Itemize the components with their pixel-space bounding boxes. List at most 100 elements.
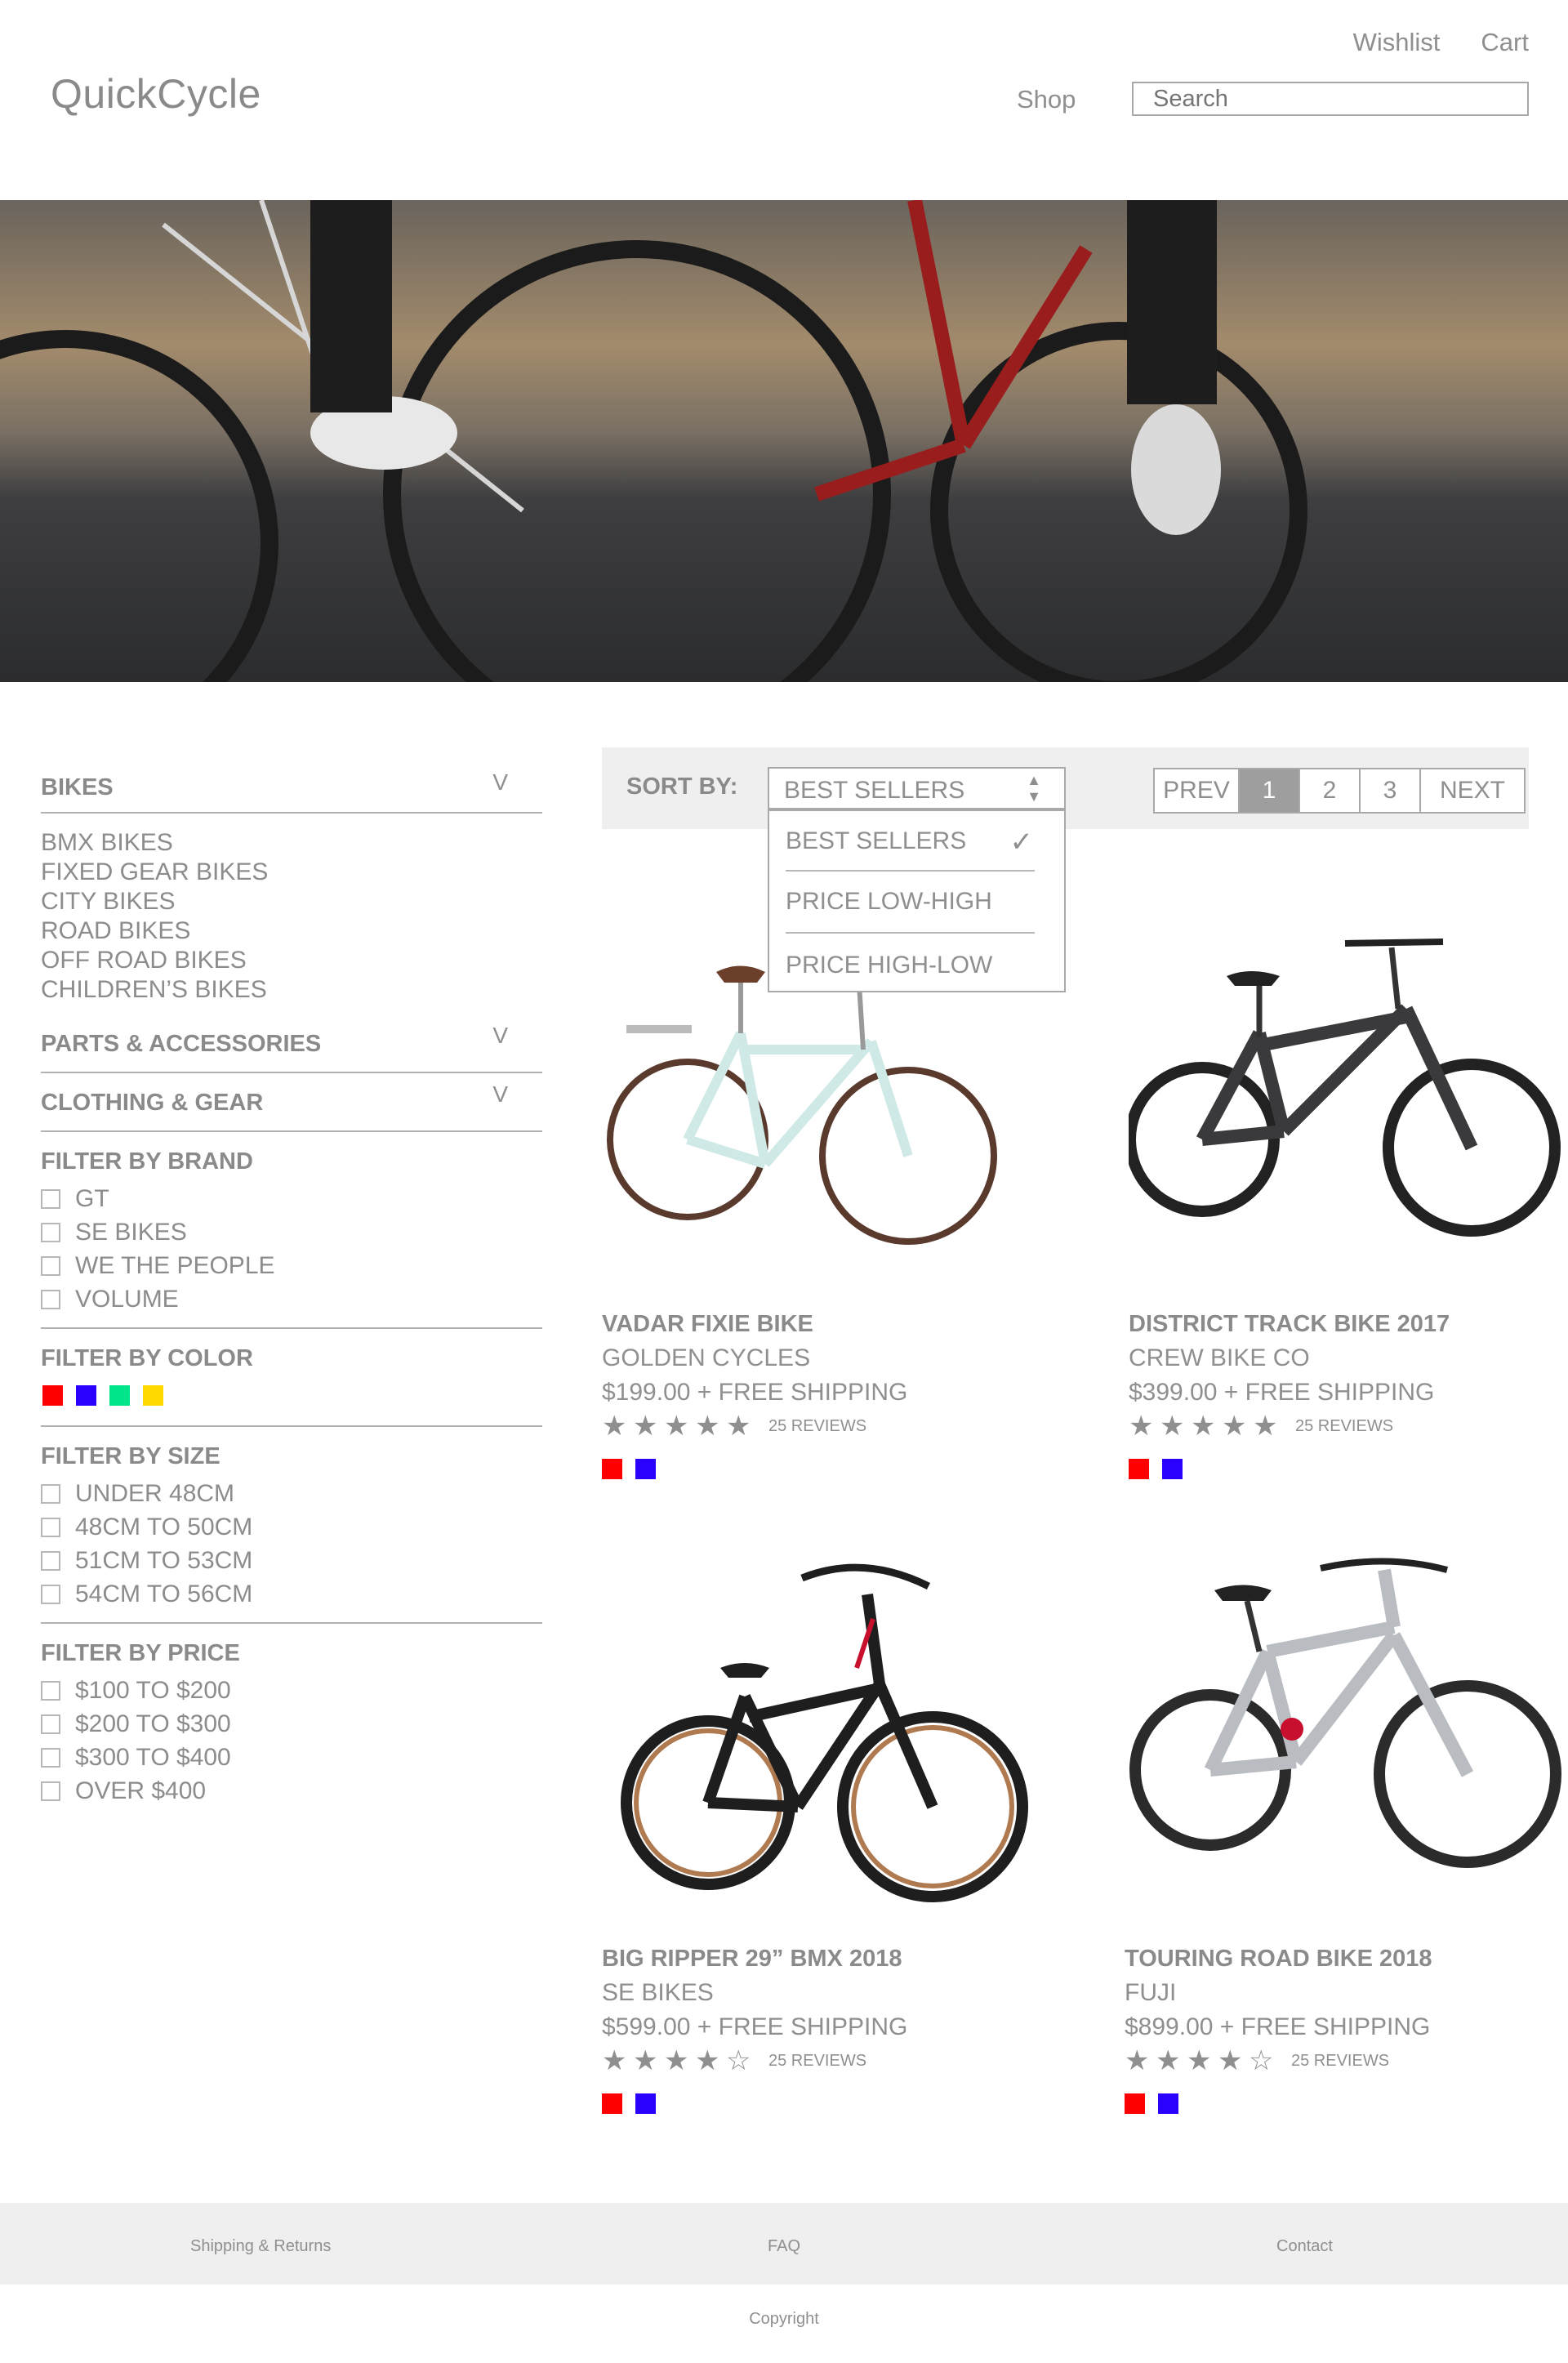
reviews-count[interactable]: 25 REVIEWS: [1295, 1417, 1393, 1436]
color-swatch-red[interactable]: [602, 1459, 622, 1479]
product-image[interactable]: [602, 1521, 1059, 1946]
brand-option-we-the-people[interactable]: WE THE PEOPLE: [41, 1249, 542, 1282]
color-swatch-green[interactable]: [109, 1385, 130, 1406]
chevron-down-icon[interactable]: V: [492, 769, 508, 796]
product-card[interactable]: DISTRICT TRACK BIKE 2017 CREW BIKE CO $3…: [1125, 886, 1568, 1479]
brand-option-gt[interactable]: GT: [41, 1182, 542, 1215]
sidebar-item-city-bikes[interactable]: CITY BIKES: [41, 887, 542, 916]
filter-color-title: FILTER BY COLOR: [41, 1345, 253, 1371]
color-swatch-blue[interactable]: [635, 2093, 656, 2114]
filter-brand-title: FILTER BY BRAND: [41, 1148, 253, 1175]
color-swatch-blue[interactable]: [76, 1385, 96, 1406]
footer-link-faq[interactable]: FAQ: [768, 2237, 800, 2256]
reviews-count[interactable]: 25 REVIEWS: [1291, 2052, 1389, 2071]
brand-option-se-bikes[interactable]: SE BIKES: [41, 1215, 542, 1249]
checkbox[interactable]: [41, 1483, 60, 1504]
color-swatch-blue[interactable]: [635, 1459, 656, 1479]
price-option[interactable]: $200 TO $300: [41, 1707, 542, 1741]
footer-link-contact[interactable]: Contact: [1276, 2237, 1333, 2256]
reviews-count[interactable]: 25 REVIEWS: [768, 2052, 866, 2071]
star-icon: ★: [633, 1411, 658, 1442]
checkbox[interactable]: [41, 1747, 60, 1768]
category-bikes-title: BIKES: [41, 774, 114, 800]
category-clothing[interactable]: CLOTHING & GEAR V: [41, 1080, 542, 1132]
checkbox[interactable]: [41, 1550, 60, 1571]
star-icon: ★: [726, 1411, 751, 1442]
chevron-down-icon[interactable]: V: [492, 1081, 508, 1108]
hero-cyclists-image: [0, 200, 1568, 682]
page-2-button[interactable]: 2: [1300, 769, 1361, 812]
prev-button[interactable]: PREV: [1155, 769, 1240, 812]
product-card[interactable]: BIG RIPPER 29” BMX 2018 SE BIKES $599.00…: [602, 1521, 1059, 2114]
search-input[interactable]: [1132, 82, 1529, 116]
product-brand: CREW BIKE CO: [1129, 1344, 1310, 1371]
checkbox[interactable]: [41, 1517, 60, 1537]
product-name[interactable]: DISTRICT TRACK BIKE 2017: [1129, 1311, 1568, 1338]
product-name[interactable]: BIG RIPPER 29” BMX 2018: [602, 1946, 1059, 1973]
product-name[interactable]: TOURING ROAD BIKE 2018: [1125, 1946, 1568, 1973]
color-swatch-blue[interactable]: [1158, 2093, 1178, 2114]
hero-banner: [0, 200, 1568, 682]
product-price: $199.00 + FREE SHIPPING: [602, 1379, 908, 1406]
color-swatch-red[interactable]: [1129, 1459, 1149, 1479]
product-price: $399.00 + FREE SHIPPING: [1129, 1379, 1435, 1406]
sort-option-price-low-high[interactable]: PRICE LOW-HIGH: [786, 888, 1035, 916]
site-logo[interactable]: QuickCycle: [51, 70, 261, 118]
checkbox[interactable]: [41, 1680, 60, 1701]
option-label: $100 TO $200: [75, 1676, 231, 1704]
sidebar-item-off-road-bikes[interactable]: OFF ROAD BIKES: [41, 946, 542, 975]
color-swatch-red[interactable]: [42, 1385, 63, 1406]
product-image[interactable]: [1125, 1521, 1568, 1946]
page-1-button[interactable]: 1: [1240, 769, 1300, 812]
price-option[interactable]: $300 TO $400: [41, 1741, 542, 1774]
size-option[interactable]: UNDER 48CM: [41, 1477, 542, 1510]
wishlist-link[interactable]: Wishlist: [1353, 28, 1441, 57]
size-option[interactable]: 54CM TO 56CM: [41, 1577, 542, 1611]
next-button[interactable]: NEXT: [1421, 769, 1524, 812]
sort-arrows-icon: ▲ ▼: [1027, 772, 1041, 805]
color-swatch-blue[interactable]: [1162, 1459, 1183, 1479]
checkbox[interactable]: [41, 1781, 60, 1801]
color-swatch-red[interactable]: [602, 2093, 622, 2114]
filter-price: FILTER BY PRICE $100 TO $200 $200 TO $30…: [41, 1624, 542, 1819]
checkmark-icon: ✓: [1009, 827, 1034, 858]
sort-option-best-sellers[interactable]: BEST SELLERS: [786, 827, 1035, 855]
star-icon: ★: [1222, 1411, 1247, 1442]
sidebar: BIKES V BMX BIKES FIXED GEAR BIKES CITY …: [41, 768, 542, 1819]
chevron-down-icon[interactable]: V: [492, 1023, 508, 1049]
checkbox[interactable]: [41, 1584, 60, 1604]
price-option[interactable]: $100 TO $200: [41, 1674, 542, 1707]
category-bikes[interactable]: BIKES V: [41, 768, 542, 814]
footer-link-shipping[interactable]: Shipping & Returns: [190, 2237, 331, 2256]
checkbox[interactable]: [41, 1255, 60, 1276]
sidebar-item-fixed-gear-bikes[interactable]: FIXED GEAR BIKES: [41, 858, 542, 887]
sidebar-item-road-bikes[interactable]: ROAD BIKES: [41, 916, 542, 946]
option-label: 54CM TO 56CM: [75, 1580, 253, 1607]
sort-select[interactable]: BEST SELLERS ▲ ▼: [768, 767, 1066, 809]
reviews-count[interactable]: 25 REVIEWS: [768, 1417, 866, 1436]
sidebar-item-childrens-bikes[interactable]: CHILDREN’S BIKES: [41, 975, 542, 1005]
mountain-bike-image: [1125, 939, 1561, 1237]
price-option[interactable]: OVER $400: [41, 1774, 542, 1808]
color-swatch-red[interactable]: [1125, 2093, 1145, 2114]
option-label: $200 TO $300: [75, 1710, 231, 1737]
product-name[interactable]: VADAR FIXIE BIKE: [602, 1311, 1059, 1338]
size-option[interactable]: 48CM TO 50CM: [41, 1510, 542, 1544]
checkbox[interactable]: [41, 1222, 60, 1242]
page-3-button[interactable]: 3: [1361, 769, 1421, 812]
brand-option-volume[interactable]: VOLUME: [41, 1282, 542, 1316]
size-option[interactable]: 51CM TO 53CM: [41, 1544, 542, 1577]
checkbox[interactable]: [41, 1289, 60, 1309]
category-parts[interactable]: PARTS & ACCESSORIES V: [41, 1021, 542, 1073]
cart-link[interactable]: Cart: [1481, 28, 1529, 57]
checkbox[interactable]: [41, 1188, 60, 1209]
checkbox[interactable]: [41, 1714, 60, 1734]
product-card[interactable]: TOURING ROAD BIKE 2018 FUJI $899.00 + FR…: [1125, 1521, 1568, 2114]
product-image[interactable]: [1125, 886, 1568, 1311]
star-icon: ★: [602, 1411, 627, 1442]
sidebar-item-bmx-bikes[interactable]: BMX BIKES: [41, 828, 542, 858]
sort-option-price-high-low[interactable]: PRICE HIGH-LOW: [786, 952, 1035, 979]
color-swatch-yellow[interactable]: [143, 1385, 163, 1406]
option-label: SE BIKES: [75, 1218, 187, 1246]
shop-link[interactable]: Shop: [1017, 85, 1076, 114]
